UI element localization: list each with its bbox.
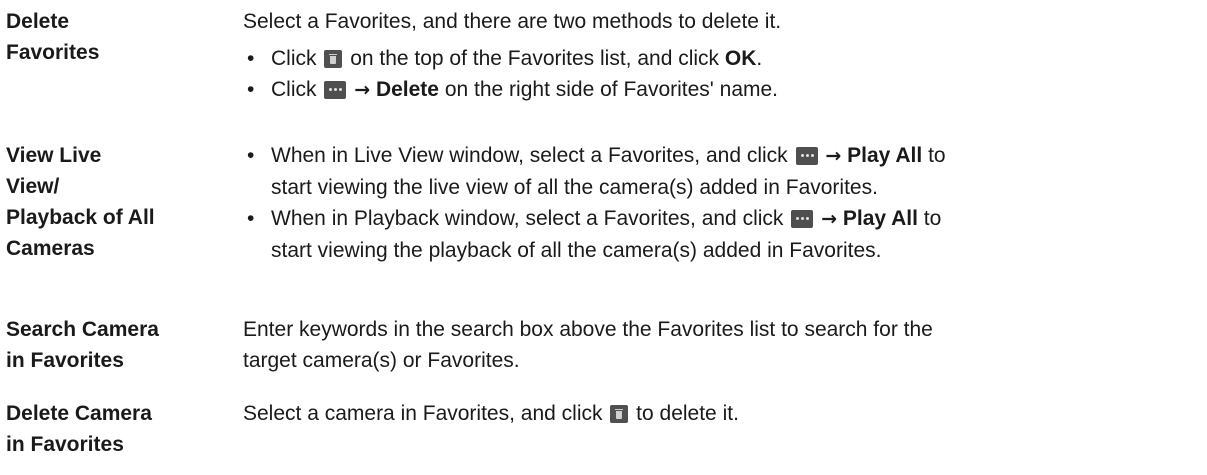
list-item: • When in Live View window, select a Fav…: [243, 140, 1203, 203]
bullet-text: When in Playback window, select a Favori…: [271, 207, 784, 230]
bullet-text: Click: [271, 47, 317, 70]
row-label-line: Delete Camera: [6, 402, 152, 425]
row-label: Delete Favorites: [6, 6, 238, 68]
row-label: Search Camera in Favorites: [6, 314, 238, 376]
trash-icon: [324, 50, 343, 68]
arrow-icon: →: [354, 79, 371, 101]
more-icon: [795, 147, 818, 165]
bold-term: Play All: [842, 207, 918, 230]
description-line: target camera(s) or Favorites.: [243, 349, 520, 372]
row-description: Select a camera in Favorites, and click …: [243, 398, 1203, 429]
row-label: View Live View/ Playback of All Cameras: [6, 140, 238, 264]
bullet-dot: •: [247, 207, 255, 230]
list-item: • When in Playback window, select a Favo…: [243, 203, 1203, 266]
row-description: Select a Favorites, and there are two me…: [243, 6, 1203, 106]
bullet-dot: •: [247, 47, 255, 70]
bullet-text: to: [923, 207, 942, 230]
row-label-text: Delete Favorites: [6, 10, 100, 64]
bullet-list: • Click on the top of the Favorites list…: [243, 43, 1203, 106]
intro-text: Select a Favorites, and there are two me…: [243, 10, 782, 33]
bullet-text: start viewing the live view of all the c…: [271, 176, 878, 199]
bullet-list: • When in Live View window, select a Fav…: [243, 140, 1203, 266]
row-label-line: Playback of All: [6, 206, 155, 229]
row-label-line: in Favorites: [6, 349, 124, 372]
bullet-text: on the top of the Favorites list, and cl…: [350, 47, 720, 70]
arrow-icon: →: [821, 208, 838, 230]
document-table: Delete Favorites Select a Favorites, and…: [0, 0, 1207, 475]
bold-term: Delete: [375, 78, 439, 101]
bullet-text: Click: [271, 78, 317, 101]
bullet-dot: •: [247, 144, 255, 167]
trash-icon: [610, 405, 629, 423]
row-label-line: View Live: [6, 144, 102, 167]
row-description: • When in Live View window, select a Fav…: [243, 140, 1203, 266]
row-delete-favorites: Delete Favorites Select a Favorites, and…: [0, 3, 1207, 123]
bullet-text: start viewing the playback of all the ca…: [271, 239, 882, 262]
bullet-text: on the right side of Favorites' name.: [444, 78, 779, 101]
row-label-line: in Favorites: [6, 433, 124, 456]
description-line: Enter keywords in the search box above t…: [243, 318, 933, 341]
bullet-dot: •: [247, 78, 255, 101]
bullet-text: When in Live View window, select a Favor…: [271, 144, 788, 167]
bullet-text: to: [928, 144, 946, 167]
list-item: • Click on the top of the Favorites list…: [243, 43, 1203, 74]
row-delete-camera: Delete Camera in Favorites Select a came…: [0, 395, 1207, 470]
list-item: • Click → Delete on the right side of Fa…: [243, 74, 1203, 106]
bold-term: Play All: [847, 144, 923, 167]
bold-term: OK: [724, 47, 757, 70]
row-label-line: View/: [6, 175, 60, 198]
row-label-line: Search Camera: [6, 318, 159, 341]
row-description: Enter keywords in the search box above t…: [243, 314, 1203, 376]
row-search-camera: Search Camera in Favorites Enter keyword…: [0, 311, 1207, 381]
description-text: Select a camera in Favorites, and click: [243, 402, 603, 425]
bullet-text: .: [756, 47, 763, 70]
description-text: to delete it.: [636, 402, 739, 425]
more-icon: [324, 81, 347, 99]
row-label: Delete Camera in Favorites: [6, 398, 238, 460]
more-icon: [791, 210, 814, 228]
arrow-icon: →: [825, 145, 842, 167]
row-view-live-view: View Live View/ Playback of All Cameras …: [0, 137, 1207, 297]
row-label-line: Cameras: [6, 237, 95, 260]
